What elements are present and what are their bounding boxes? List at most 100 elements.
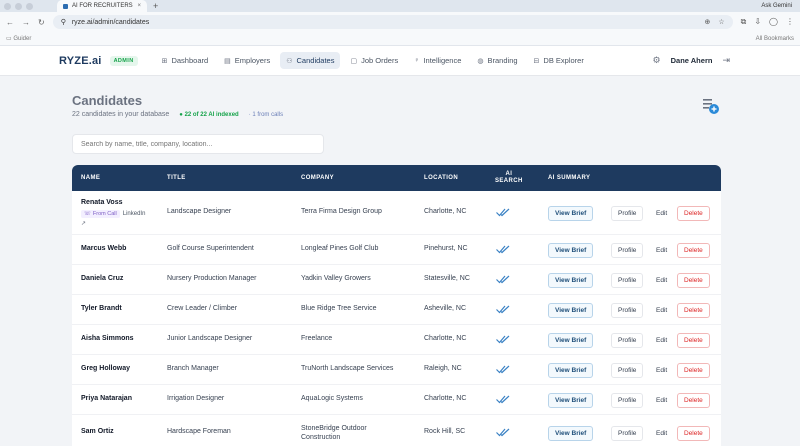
candidate-company: StoneBridge Outdoor Construction xyxy=(301,424,367,442)
nav-employers-label: Employers xyxy=(234,56,271,65)
menu-icon[interactable]: ⋮ xyxy=(786,17,794,27)
maximize-window-icon[interactable] xyxy=(26,2,33,10)
header-name[interactable]: NAME xyxy=(81,165,100,191)
zoom-icon[interactable]: ⊕ xyxy=(704,18,710,26)
logout-icon[interactable]: ⇥ xyxy=(722,55,730,66)
edit-button[interactable]: Edit xyxy=(649,363,675,378)
settings-gear-icon[interactable]: ⚙ xyxy=(653,55,661,66)
candidate-name[interactable]: Tyler Brandt xyxy=(81,305,122,312)
back-icon[interactable]: ← xyxy=(6,18,14,27)
nav-job-orders[interactable]: ▢ Job Orders xyxy=(344,52,404,69)
table-row[interactable]: Greg Holloway Branch Manager TruNorth Land… xyxy=(72,355,721,385)
linkedin-link[interactable]: LinkedIn xyxy=(123,211,146,217)
view-brief-button[interactable]: View Brief xyxy=(548,333,594,348)
candidate-name[interactable]: Aisha Simmons xyxy=(81,335,134,342)
table-row[interactable]: Marcus Webb Golf Course Superintendent Lon… xyxy=(72,235,721,265)
table-row[interactable]: Daniela Cruz Nursery Production Manager Ya… xyxy=(72,265,721,295)
reload-icon[interactable]: ↻ xyxy=(38,18,45,27)
address-bar-row: ← → ↻ ⚲ ryze.ai/admin/candidates ⊕ ☆ ⧉ ⇩… xyxy=(0,12,800,32)
browser-tab[interactable]: AI FOR RECRUITERS × xyxy=(57,0,147,12)
table-row[interactable]: Aisha Simmons Junior Landscape Designer Fr… xyxy=(72,325,721,355)
external-link-icon[interactable]: ↗ xyxy=(81,220,86,227)
table-row[interactable]: Sam Ortiz Hardscape Foreman StoneBridge O… xyxy=(72,415,721,446)
profile-button[interactable]: Profile xyxy=(611,393,644,408)
nav-intelligence[interactable]: ♀ Intelligence xyxy=(408,52,467,69)
add-candidate-icon[interactable] xyxy=(702,97,720,115)
site-info-icon[interactable]: ⚲ xyxy=(61,18,66,26)
minimize-window-icon[interactable] xyxy=(15,2,22,10)
close-window-icon[interactable] xyxy=(4,2,11,10)
view-brief-button[interactable]: View Brief xyxy=(548,393,594,408)
edit-button[interactable]: Edit xyxy=(649,206,675,221)
profile-button[interactable]: Profile xyxy=(611,303,644,318)
edit-button[interactable]: Edit xyxy=(649,426,675,441)
delete-button[interactable]: Delete xyxy=(677,273,710,288)
bookmark-star-icon[interactable]: ☆ xyxy=(718,18,724,26)
edit-button[interactable]: Edit xyxy=(649,393,675,408)
nav-branding[interactable]: ◍ Branding xyxy=(471,52,523,69)
profile-button[interactable]: Profile xyxy=(611,243,644,258)
bookmark-guider[interactable]: Guider xyxy=(13,36,31,42)
delete-button[interactable]: Delete xyxy=(677,206,710,221)
profile-button[interactable]: Profile xyxy=(611,333,644,348)
table-row[interactable]: Priya Natarajan Irrigation Designer AquaLo… xyxy=(72,385,721,415)
building-icon: ▤ xyxy=(224,57,231,65)
table-row[interactable]: Renata Voss ☏ From Call LinkedIn ↗ Landsca… xyxy=(72,191,721,235)
header-company[interactable]: COMPANY xyxy=(301,165,334,191)
delete-button[interactable]: Delete xyxy=(677,393,710,408)
nav-employers[interactable]: ▤ Employers xyxy=(218,52,276,69)
edit-button[interactable]: Edit xyxy=(649,243,675,258)
close-tab-icon[interactable]: × xyxy=(137,3,141,9)
candidate-name[interactable]: Renata Voss xyxy=(81,199,123,206)
delete-button[interactable]: Delete xyxy=(677,426,710,441)
header-location[interactable]: LOCATION xyxy=(424,165,458,191)
search-input[interactable] xyxy=(72,134,324,154)
profile-button[interactable]: Profile xyxy=(611,273,644,288)
ryze-logo[interactable]: RYZE.ai xyxy=(59,55,102,67)
new-tab-icon[interactable]: + xyxy=(153,1,158,11)
nav-dashboard-label: Dashboard xyxy=(171,56,209,65)
candidate-name[interactable]: Daniela Cruz xyxy=(81,275,123,282)
candidate-location: Raleigh, NC xyxy=(424,365,462,372)
all-bookmarks[interactable]: All Bookmarks xyxy=(756,36,794,42)
candidate-title: Landscape Designer xyxy=(167,208,232,215)
nav-db-explorer-label: DB Explorer xyxy=(543,56,584,65)
candidate-name[interactable]: Greg Holloway xyxy=(81,365,130,372)
header-ai-search-line2: SEARCH xyxy=(495,178,523,184)
forward-icon[interactable]: → xyxy=(22,18,30,27)
view-brief-button[interactable]: View Brief xyxy=(548,363,594,378)
profile-button[interactable]: Profile xyxy=(611,363,644,378)
delete-button[interactable]: Delete xyxy=(677,243,710,258)
nav-candidates[interactable]: ⚇ Candidates xyxy=(280,52,341,69)
candidate-name[interactable]: Marcus Webb xyxy=(81,245,126,252)
edit-button[interactable]: Edit xyxy=(649,273,675,288)
view-brief-button[interactable]: View Brief xyxy=(548,303,594,318)
delete-button[interactable]: Delete xyxy=(677,363,710,378)
candidate-company: AquaLogic Systems xyxy=(301,395,363,402)
view-brief-button[interactable]: View Brief xyxy=(548,273,594,288)
clipboard-icon: ▢ xyxy=(350,57,358,65)
profile-button[interactable]: Profile xyxy=(611,206,644,221)
download-icon[interactable]: ⇩ xyxy=(754,17,761,27)
view-brief-button[interactable]: View Brief xyxy=(548,243,594,258)
table-row[interactable]: Tyler Brandt Crew Leader / Climber Blue Ri… xyxy=(72,295,721,325)
view-brief-button[interactable]: View Brief xyxy=(548,206,594,221)
candidate-name[interactable]: Priya Natarajan xyxy=(81,395,132,402)
view-brief-button[interactable]: View Brief xyxy=(548,426,594,441)
candidate-name[interactable]: Sam Ortiz xyxy=(81,428,114,435)
header-title[interactable]: TITLE xyxy=(167,165,186,191)
delete-button[interactable]: Delete xyxy=(677,333,710,348)
profile-button[interactable]: Profile xyxy=(611,426,644,441)
user-name[interactable]: Dane Ahern xyxy=(671,56,713,65)
nav-db-explorer[interactable]: ⊟ DB Explorer xyxy=(528,52,590,69)
candidate-location: Asheville, NC xyxy=(424,305,467,312)
gemini-button[interactable]: Ask Gemini xyxy=(761,3,792,9)
url-field[interactable]: ⚲ ryze.ai/admin/candidates ⊕ ☆ xyxy=(52,15,733,29)
window-controls[interactable] xyxy=(0,2,33,10)
nav-dashboard[interactable]: ⊞ Dashboard xyxy=(156,52,215,69)
delete-button[interactable]: Delete xyxy=(677,303,710,318)
extensions-icon[interactable]: ⧉ xyxy=(741,17,747,27)
profile-icon[interactable]: ◯ xyxy=(769,17,778,27)
edit-button[interactable]: Edit xyxy=(649,333,675,348)
edit-button[interactable]: Edit xyxy=(649,303,675,318)
